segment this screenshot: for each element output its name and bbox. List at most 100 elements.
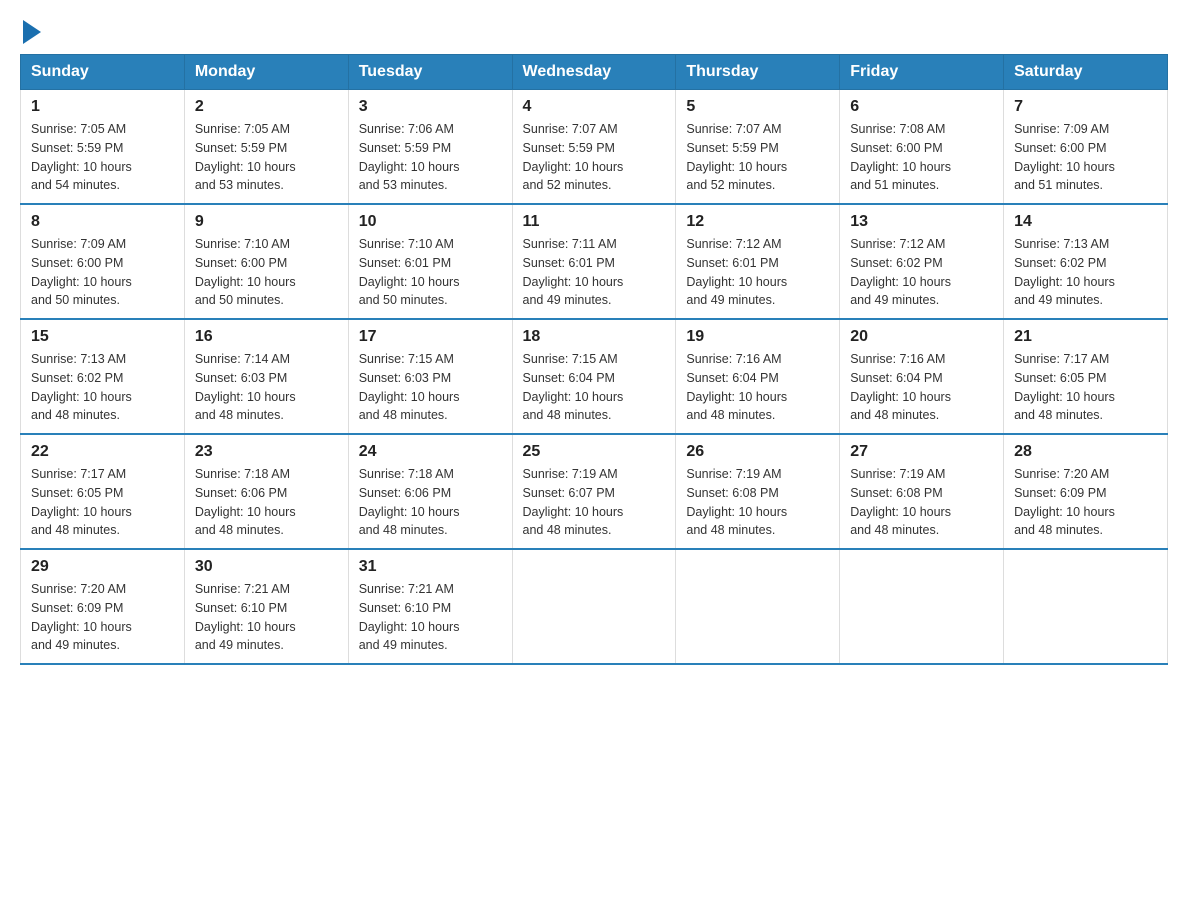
- day-number: 17: [359, 328, 502, 346]
- day-number: 2: [195, 98, 338, 116]
- day-info: Sunrise: 7:06 AMSunset: 5:59 PMDaylight:…: [359, 122, 460, 192]
- day-number: 24: [359, 443, 502, 461]
- day-info: Sunrise: 7:17 AMSunset: 6:05 PMDaylight:…: [1014, 352, 1115, 422]
- calendar-cell: 16 Sunrise: 7:14 AMSunset: 6:03 PMDaylig…: [184, 319, 348, 434]
- day-number: 29: [31, 558, 174, 576]
- day-info: Sunrise: 7:07 AMSunset: 5:59 PMDaylight:…: [523, 122, 624, 192]
- day-number: 20: [850, 328, 993, 346]
- calendar-cell: 26 Sunrise: 7:19 AMSunset: 6:08 PMDaylig…: [676, 434, 840, 549]
- calendar-cell: 18 Sunrise: 7:15 AMSunset: 6:04 PMDaylig…: [512, 319, 676, 434]
- calendar-cell: 27 Sunrise: 7:19 AMSunset: 6:08 PMDaylig…: [840, 434, 1004, 549]
- day-info: Sunrise: 7:09 AMSunset: 6:00 PMDaylight:…: [1014, 122, 1115, 192]
- calendar-cell: 19 Sunrise: 7:16 AMSunset: 6:04 PMDaylig…: [676, 319, 840, 434]
- day-info: Sunrise: 7:15 AMSunset: 6:04 PMDaylight:…: [523, 352, 624, 422]
- week-row-1: 1 Sunrise: 7:05 AMSunset: 5:59 PMDayligh…: [21, 90, 1168, 205]
- day-info: Sunrise: 7:14 AMSunset: 6:03 PMDaylight:…: [195, 352, 296, 422]
- calendar-cell: 24 Sunrise: 7:18 AMSunset: 6:06 PMDaylig…: [348, 434, 512, 549]
- week-row-3: 15 Sunrise: 7:13 AMSunset: 6:02 PMDaylig…: [21, 319, 1168, 434]
- day-info: Sunrise: 7:15 AMSunset: 6:03 PMDaylight:…: [359, 352, 460, 422]
- calendar-cell: 1 Sunrise: 7:05 AMSunset: 5:59 PMDayligh…: [21, 90, 185, 205]
- calendar-cell: 5 Sunrise: 7:07 AMSunset: 5:59 PMDayligh…: [676, 90, 840, 205]
- calendar-cell: 11 Sunrise: 7:11 AMSunset: 6:01 PMDaylig…: [512, 204, 676, 319]
- day-number: 18: [523, 328, 666, 346]
- day-info: Sunrise: 7:17 AMSunset: 6:05 PMDaylight:…: [31, 467, 132, 537]
- header-thursday: Thursday: [676, 55, 840, 90]
- day-number: 16: [195, 328, 338, 346]
- day-number: 14: [1014, 213, 1157, 231]
- day-number: 31: [359, 558, 502, 576]
- day-info: Sunrise: 7:20 AMSunset: 6:09 PMDaylight:…: [31, 582, 132, 652]
- header-friday: Friday: [840, 55, 1004, 90]
- week-row-5: 29 Sunrise: 7:20 AMSunset: 6:09 PMDaylig…: [21, 549, 1168, 664]
- day-info: Sunrise: 7:19 AMSunset: 6:08 PMDaylight:…: [850, 467, 951, 537]
- day-info: Sunrise: 7:10 AMSunset: 6:01 PMDaylight:…: [359, 237, 460, 307]
- day-info: Sunrise: 7:19 AMSunset: 6:08 PMDaylight:…: [686, 467, 787, 537]
- calendar-cell: 20 Sunrise: 7:16 AMSunset: 6:04 PMDaylig…: [840, 319, 1004, 434]
- day-info: Sunrise: 7:10 AMSunset: 6:00 PMDaylight:…: [195, 237, 296, 307]
- day-info: Sunrise: 7:13 AMSunset: 6:02 PMDaylight:…: [31, 352, 132, 422]
- day-info: Sunrise: 7:21 AMSunset: 6:10 PMDaylight:…: [359, 582, 460, 652]
- logo: [20, 20, 41, 44]
- day-number: 21: [1014, 328, 1157, 346]
- day-number: 8: [31, 213, 174, 231]
- calendar-cell: [1004, 549, 1168, 664]
- day-info: Sunrise: 7:05 AMSunset: 5:59 PMDaylight:…: [31, 122, 132, 192]
- day-number: 1: [31, 98, 174, 116]
- day-number: 22: [31, 443, 174, 461]
- day-number: 23: [195, 443, 338, 461]
- day-number: 30: [195, 558, 338, 576]
- day-info: Sunrise: 7:12 AMSunset: 6:02 PMDaylight:…: [850, 237, 951, 307]
- header-sunday: Sunday: [21, 55, 185, 90]
- header-wednesday: Wednesday: [512, 55, 676, 90]
- day-info: Sunrise: 7:05 AMSunset: 5:59 PMDaylight:…: [195, 122, 296, 192]
- calendar-cell: 7 Sunrise: 7:09 AMSunset: 6:00 PMDayligh…: [1004, 90, 1168, 205]
- week-row-4: 22 Sunrise: 7:17 AMSunset: 6:05 PMDaylig…: [21, 434, 1168, 549]
- calendar-cell: 25 Sunrise: 7:19 AMSunset: 6:07 PMDaylig…: [512, 434, 676, 549]
- calendar-cell: 17 Sunrise: 7:15 AMSunset: 6:03 PMDaylig…: [348, 319, 512, 434]
- calendar-cell: 6 Sunrise: 7:08 AMSunset: 6:00 PMDayligh…: [840, 90, 1004, 205]
- calendar-header: SundayMondayTuesdayWednesdayThursdayFrid…: [21, 55, 1168, 90]
- calendar-cell: 13 Sunrise: 7:12 AMSunset: 6:02 PMDaylig…: [840, 204, 1004, 319]
- calendar-cell: 31 Sunrise: 7:21 AMSunset: 6:10 PMDaylig…: [348, 549, 512, 664]
- day-number: 6: [850, 98, 993, 116]
- day-number: 15: [31, 328, 174, 346]
- calendar-cell: 4 Sunrise: 7:07 AMSunset: 5:59 PMDayligh…: [512, 90, 676, 205]
- calendar-cell: 29 Sunrise: 7:20 AMSunset: 6:09 PMDaylig…: [21, 549, 185, 664]
- day-number: 12: [686, 213, 829, 231]
- day-info: Sunrise: 7:20 AMSunset: 6:09 PMDaylight:…: [1014, 467, 1115, 537]
- calendar-cell: 28 Sunrise: 7:20 AMSunset: 6:09 PMDaylig…: [1004, 434, 1168, 549]
- day-info: Sunrise: 7:16 AMSunset: 6:04 PMDaylight:…: [686, 352, 787, 422]
- day-number: 10: [359, 213, 502, 231]
- day-info: Sunrise: 7:11 AMSunset: 6:01 PMDaylight:…: [523, 237, 624, 307]
- day-info: Sunrise: 7:12 AMSunset: 6:01 PMDaylight:…: [686, 237, 787, 307]
- day-info: Sunrise: 7:19 AMSunset: 6:07 PMDaylight:…: [523, 467, 624, 537]
- day-number: 25: [523, 443, 666, 461]
- calendar-cell: 9 Sunrise: 7:10 AMSunset: 6:00 PMDayligh…: [184, 204, 348, 319]
- day-info: Sunrise: 7:21 AMSunset: 6:10 PMDaylight:…: [195, 582, 296, 652]
- calendar-cell: 15 Sunrise: 7:13 AMSunset: 6:02 PMDaylig…: [21, 319, 185, 434]
- calendar-cell: 22 Sunrise: 7:17 AMSunset: 6:05 PMDaylig…: [21, 434, 185, 549]
- header-monday: Monday: [184, 55, 348, 90]
- calendar-cell: [512, 549, 676, 664]
- calendar-table: SundayMondayTuesdayWednesdayThursdayFrid…: [20, 54, 1168, 665]
- day-number: 3: [359, 98, 502, 116]
- day-number: 7: [1014, 98, 1157, 116]
- day-info: Sunrise: 7:18 AMSunset: 6:06 PMDaylight:…: [195, 467, 296, 537]
- day-info: Sunrise: 7:16 AMSunset: 6:04 PMDaylight:…: [850, 352, 951, 422]
- calendar-cell: 12 Sunrise: 7:12 AMSunset: 6:01 PMDaylig…: [676, 204, 840, 319]
- day-number: 11: [523, 213, 666, 231]
- day-number: 9: [195, 213, 338, 231]
- day-number: 13: [850, 213, 993, 231]
- day-number: 27: [850, 443, 993, 461]
- header-tuesday: Tuesday: [348, 55, 512, 90]
- page-header: [20, 20, 1168, 44]
- day-info: Sunrise: 7:18 AMSunset: 6:06 PMDaylight:…: [359, 467, 460, 537]
- calendar-cell: 14 Sunrise: 7:13 AMSunset: 6:02 PMDaylig…: [1004, 204, 1168, 319]
- calendar-cell: 8 Sunrise: 7:09 AMSunset: 6:00 PMDayligh…: [21, 204, 185, 319]
- calendar-body: 1 Sunrise: 7:05 AMSunset: 5:59 PMDayligh…: [21, 90, 1168, 665]
- day-number: 5: [686, 98, 829, 116]
- logo-triangle-icon: [23, 20, 41, 44]
- calendar-cell: [840, 549, 1004, 664]
- calendar-cell: 21 Sunrise: 7:17 AMSunset: 6:05 PMDaylig…: [1004, 319, 1168, 434]
- calendar-cell: 30 Sunrise: 7:21 AMSunset: 6:10 PMDaylig…: [184, 549, 348, 664]
